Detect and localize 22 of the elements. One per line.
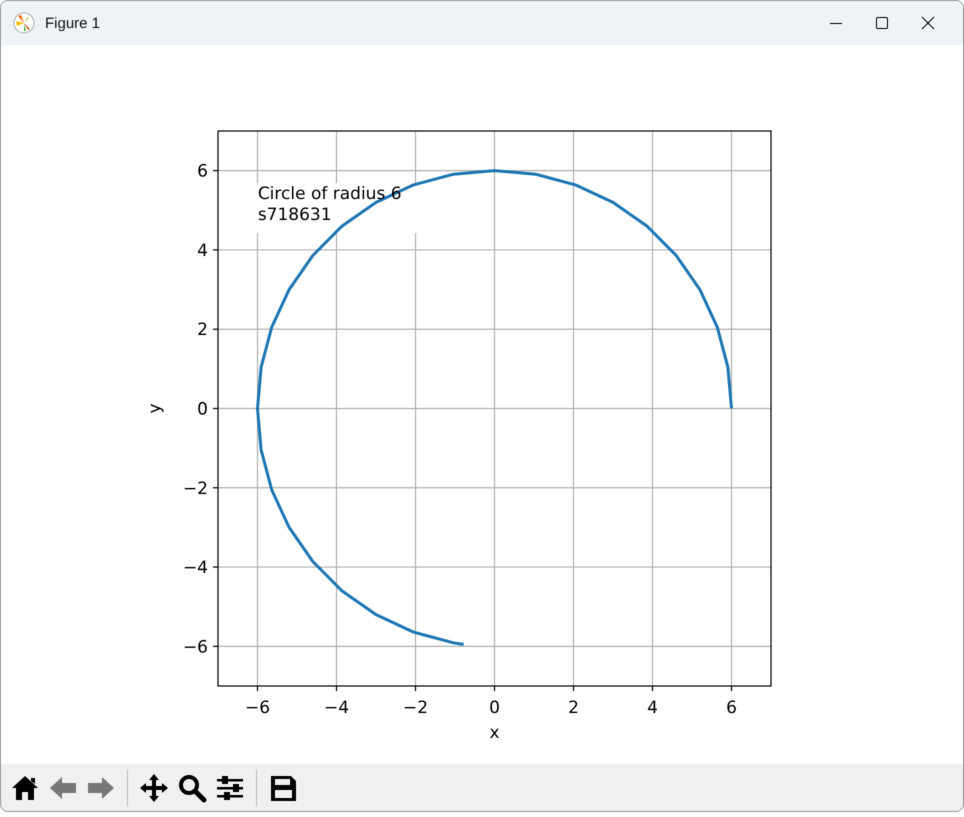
tick-label: −4 <box>182 558 208 578</box>
tick-label: −6 <box>244 698 270 718</box>
tick-label: −2 <box>402 698 428 718</box>
window-title: Figure 1 <box>45 14 100 32</box>
tick-label: 6 <box>726 698 737 718</box>
maximize-icon <box>874 15 890 31</box>
app-logo-icon <box>13 12 35 34</box>
tick-label: −6 <box>182 637 208 658</box>
tick-label: 0 <box>197 400 208 420</box>
tick-label: 6 <box>197 162 208 182</box>
tick-label: 0 <box>489 698 500 718</box>
tick-label: 4 <box>647 698 658 718</box>
annotation-text: s718631 <box>258 205 332 226</box>
tick-label: 4 <box>197 240 208 261</box>
close-icon <box>920 15 936 31</box>
axis-label: y <box>145 403 165 414</box>
tick-label: 2 <box>568 698 579 718</box>
tick-label: −2 <box>182 478 208 499</box>
minimize-icon <box>830 22 842 24</box>
axis-label: x <box>489 723 500 743</box>
tick-label: −4 <box>324 698 350 718</box>
tick-label: 2 <box>197 320 208 340</box>
